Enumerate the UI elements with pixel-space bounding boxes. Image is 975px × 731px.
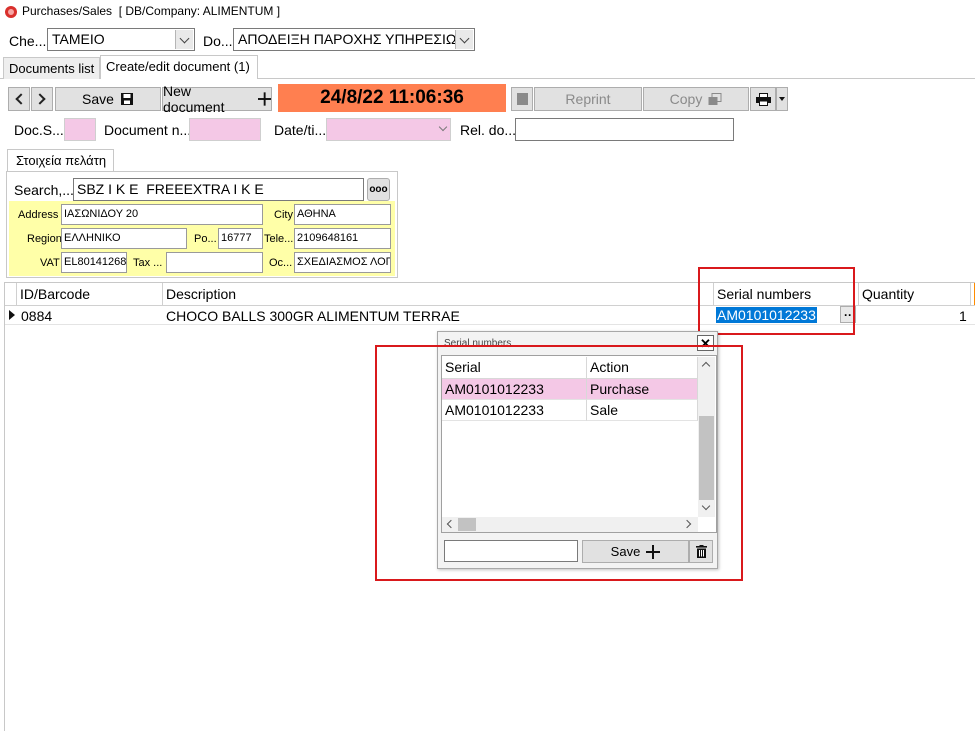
doc-type-select-value: ΑΠΟΔΕΙΞΗ ΠΑΡΟΧΗΣ ΥΠΗΡΕΣΙΩΝ: [238, 31, 467, 47]
vat-label: VAT: [40, 257, 60, 269]
row-indicator-header: [5, 283, 17, 305]
doc-type-label: Do...: [203, 33, 233, 49]
tax-office-field[interactable]: [166, 252, 263, 273]
tab-documents-list[interactable]: Documents list: [3, 57, 100, 79]
customer-search-input[interactable]: SBZ I K E FREEEXTRA I K E: [73, 178, 364, 201]
print-menu-button[interactable]: [776, 87, 788, 111]
copy-button-label: Copy: [669, 91, 703, 107]
city-field[interactable]: ΑΘΗΝΑ: [294, 204, 391, 225]
doc-type-select[interactable]: ΑΠΟΔΕΙΞΗ ΠΑΡΟΧΗΣ ΥΠΗΡΕΣΙΩΝ: [233, 28, 475, 51]
region-label: Region: [27, 233, 62, 245]
tab-create-edit-document[interactable]: Create/edit document (1): [100, 55, 258, 79]
caret-down-icon: [779, 97, 785, 101]
column-header-overflow: [971, 283, 975, 305]
related-document-field[interactable]: [515, 118, 734, 141]
more-icon: ooo: [369, 184, 388, 195]
chevron-left-icon: [15, 93, 27, 105]
postal-code-field[interactable]: 16777: [218, 228, 263, 249]
next-button[interactable]: [31, 87, 53, 111]
column-header-description[interactable]: Description: [163, 283, 714, 305]
plus-icon: [257, 92, 271, 106]
related-document-label: Rel. do...: [460, 122, 517, 138]
stop-button[interactable]: [511, 87, 533, 111]
copy-button[interactable]: Copy: [643, 87, 749, 111]
new-document-button[interactable]: New document: [162, 83, 272, 115]
column-header-id[interactable]: ID/Barcode: [17, 283, 163, 305]
occupation-label: Oc...: [269, 257, 293, 269]
vat-field[interactable]: EL801412688: [61, 252, 127, 273]
stop-icon: [516, 93, 528, 105]
city-label: City: [274, 209, 293, 221]
printer-icon: [755, 92, 771, 106]
occupation-field[interactable]: ΣΧΕΔΙΑΣΜΟΣ ΛΟΓΙΣΜΙΚΟΥ: [294, 252, 391, 273]
highlight-box-serial-column: [698, 267, 855, 335]
doc-series-label: Doc.S...: [14, 122, 64, 138]
tab-customer-details[interactable]: Στοιχεία πελάτη: [7, 149, 114, 171]
date-time-picker[interactable]: [326, 118, 451, 141]
print-button[interactable]: [750, 87, 776, 111]
chevron-down-icon[interactable]: [438, 122, 448, 132]
telephone-field[interactable]: 2109648161: [294, 228, 391, 249]
row-id[interactable]: 0884: [21, 308, 52, 324]
postal-code-label: Po...: [194, 233, 217, 245]
date-time-label: Date/ti...: [274, 122, 327, 138]
checkout-select-value: ΤΑΜΕΙΟ: [52, 31, 105, 47]
app-logo-icon: [5, 6, 17, 18]
tax-office-label: Tax ...: [133, 257, 163, 269]
checkout-label: Che...: [9, 33, 47, 49]
doc-series-field[interactable]: [64, 118, 96, 141]
address-field[interactable]: ΙΑΣΩΝΙΔΟΥ 20: [61, 204, 263, 225]
current-row-arrow-icon: [9, 310, 15, 320]
row-quantity[interactable]: 1: [959, 308, 967, 324]
address-label: Address: [18, 209, 59, 221]
highlight-box-serial-popup: [375, 345, 743, 581]
title-bar: Purchases/Sales [ DB/Company: ALIMENTUM …: [0, 0, 975, 24]
chevron-down-icon[interactable]: [455, 30, 473, 49]
column-header-quantity[interactable]: Quantity: [859, 283, 971, 305]
new-document-label: New document: [163, 83, 225, 115]
chevron-right-icon: [34, 93, 46, 105]
reprint-button[interactable]: Reprint: [534, 87, 642, 111]
previous-button[interactable]: [8, 87, 30, 111]
telephone-label: Tele...: [264, 233, 294, 245]
floppy-disk-icon: [120, 93, 133, 105]
datetime-display: 24/8/22 11:06:36: [278, 84, 506, 112]
save-button-label: Save: [82, 91, 114, 107]
chevron-down-icon[interactable]: [175, 30, 193, 49]
checkout-select[interactable]: ΤΑΜΕΙΟ: [47, 28, 195, 51]
window-title: Purchases/Sales [ DB/Company: ALIMENTUM …: [22, 4, 281, 18]
customer-search-label: Search,...: [14, 182, 74, 198]
document-number-label: Document n...: [104, 122, 192, 138]
save-button[interactable]: Save: [55, 87, 161, 111]
copy-icon: [708, 92, 722, 105]
row-description[interactable]: CHOCO BALLS 300GR ALIMENTUM TERRAE: [166, 308, 460, 324]
region-field[interactable]: ΕΛΛΗΝΙΚΟ: [61, 228, 187, 249]
document-number-field[interactable]: [189, 118, 261, 141]
customer-lookup-button[interactable]: ooo: [367, 178, 390, 201]
